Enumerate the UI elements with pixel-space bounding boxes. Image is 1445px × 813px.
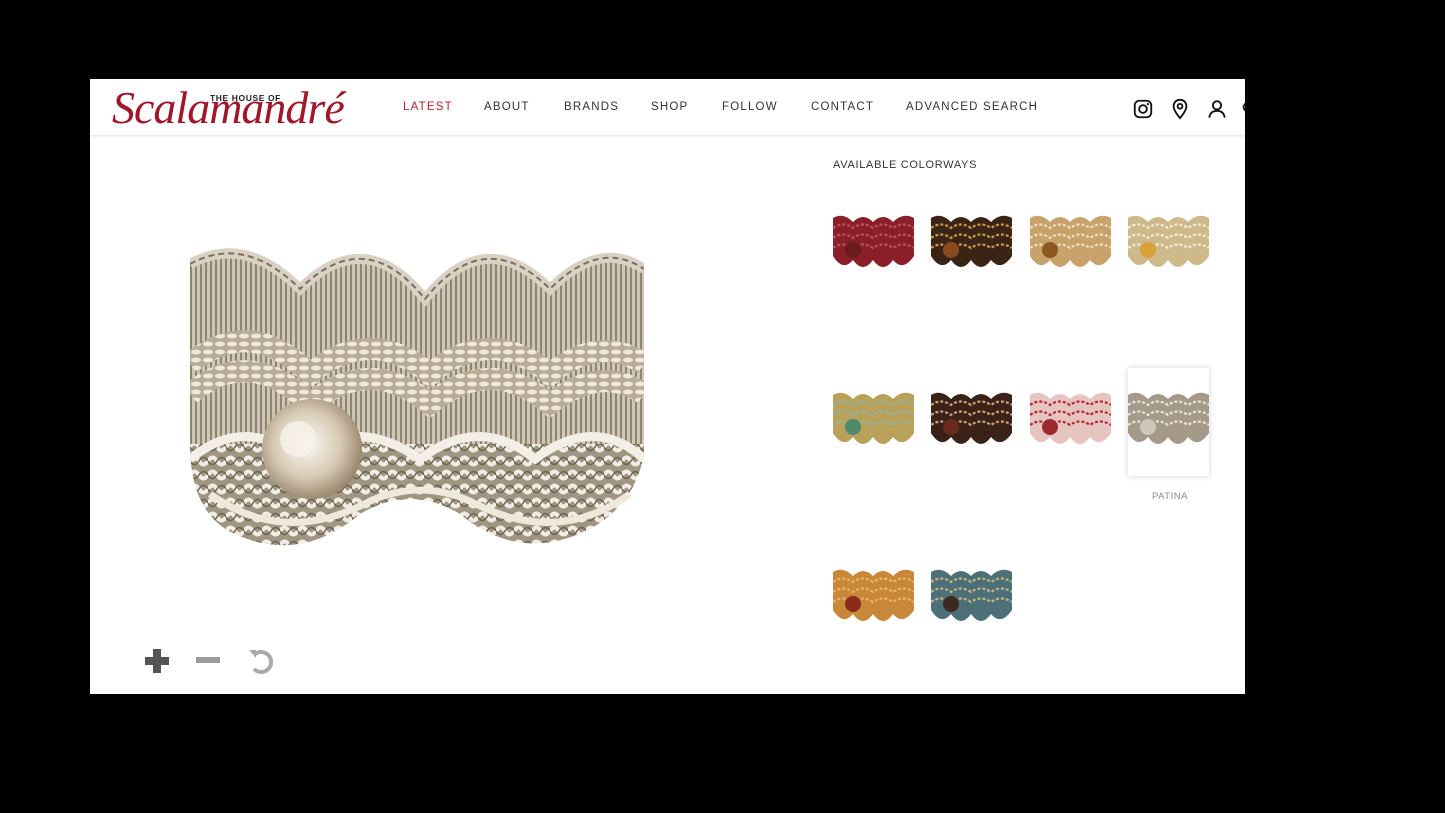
search-icon[interactable] — [1240, 98, 1245, 120]
site-header: Scalamandré THE HOUSE OF LATEST ABOUT BR… — [90, 79, 1245, 135]
logo-script: Scalamandré — [112, 82, 345, 133]
nav-follow[interactable]: FOLLOW — [722, 101, 778, 113]
colorways-heading: AVAILABLE COLORWAYS — [833, 159, 978, 171]
colorway-trim-image — [1128, 215, 1209, 267]
instagram-icon[interactable] — [1132, 98, 1154, 120]
colorway-trim-image — [931, 392, 1012, 444]
product-image[interactable] — [190, 244, 644, 554]
zoom-in-icon[interactable] — [142, 646, 172, 676]
logo-subtitle: THE HOUSE OF — [210, 93, 281, 103]
logo[interactable]: Scalamandré THE HOUSE OF — [112, 82, 345, 133]
colorway-trim-image — [931, 215, 1012, 267]
nav-about[interactable]: ABOUT — [484, 101, 530, 113]
colorway-swatch[interactable] — [1030, 391, 1111, 453]
colorway-swatch[interactable] — [931, 391, 1012, 453]
nav-brands[interactable]: BRANDS — [564, 101, 619, 113]
colorway-trim-image — [931, 569, 1012, 621]
colorway-swatch[interactable] — [833, 568, 914, 630]
zoom-out-icon[interactable] — [193, 646, 223, 676]
nav-contact[interactable]: CONTACT — [811, 101, 874, 113]
nav-advanced-search[interactable]: ADVANCED SEARCH — [906, 101, 1038, 113]
location-pin-icon[interactable] — [1169, 98, 1191, 120]
colorway-trim-image — [833, 215, 914, 267]
colorway-trim-image — [1030, 392, 1111, 444]
product-page: Scalamandré THE HOUSE OF LATEST ABOUT BR… — [90, 79, 1245, 694]
colorway-swatch[interactable] — [833, 214, 914, 276]
nav-latest[interactable]: LATEST — [403, 101, 453, 113]
colorway-swatch[interactable] — [1128, 368, 1209, 476]
colorway-trim-image — [1030, 215, 1111, 267]
colorway-swatch[interactable] — [833, 391, 914, 453]
colorway-swatch[interactable] — [1128, 214, 1209, 276]
colorway-trim-image — [1128, 392, 1209, 444]
reset-icon[interactable] — [246, 646, 276, 676]
colorway-trim-image — [833, 569, 914, 621]
user-icon[interactable] — [1206, 98, 1228, 120]
colorway-swatch[interactable] — [931, 568, 1012, 630]
selected-colorway-label: PATINA — [1152, 491, 1188, 502]
colorway-trim-image — [833, 392, 914, 444]
nav-shop[interactable]: SHOP — [651, 101, 688, 113]
colorway-swatch[interactable] — [1030, 214, 1111, 276]
colorway-swatch[interactable] — [931, 214, 1012, 276]
